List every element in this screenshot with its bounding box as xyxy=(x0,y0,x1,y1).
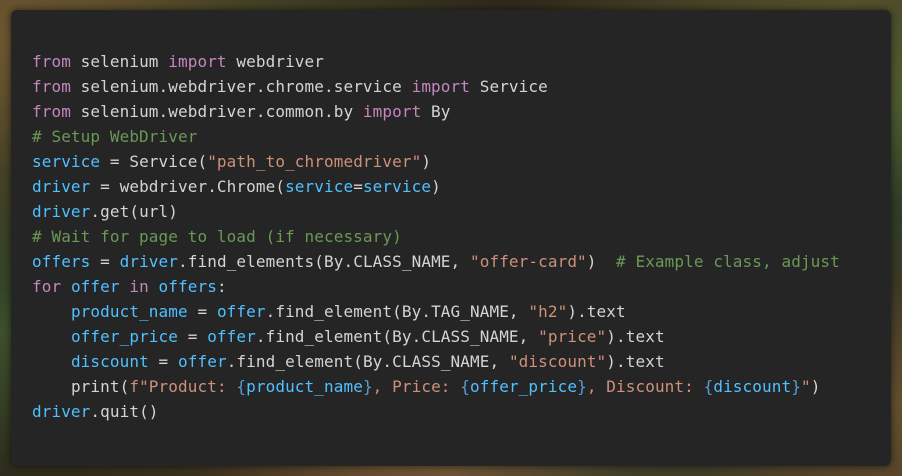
keyword-token: import xyxy=(168,52,227,71)
code-token: ) xyxy=(421,152,432,171)
variable-token: offer_price xyxy=(70,327,178,346)
variable-token: product_name xyxy=(246,377,363,396)
keyword-token: in xyxy=(129,277,149,296)
variable-token: service xyxy=(285,177,354,196)
variable-token: service xyxy=(362,177,432,196)
brace-token: } xyxy=(791,377,801,396)
string-token: , Price: xyxy=(372,377,461,396)
code-token: Service xyxy=(470,77,548,96)
code-token: = webdriver.Chrome( xyxy=(90,177,286,196)
comment-token: # Wait for page to load (if necessary) xyxy=(32,227,402,246)
code-token: selenium.webdriver.chrome.service xyxy=(70,77,412,96)
keyword-token: for xyxy=(32,277,62,296)
string-token: , Discount: xyxy=(586,377,704,396)
code-token: .get(url) xyxy=(90,202,179,221)
code-token: selenium xyxy=(70,52,169,71)
code-token: ).text xyxy=(606,327,665,346)
code-token: = xyxy=(90,252,120,271)
code-token: = xyxy=(353,177,363,196)
code-token: ( xyxy=(119,377,130,396)
variable-token: offer xyxy=(178,352,227,371)
string-token: "offer-card" xyxy=(470,252,587,271)
variable-token: driver xyxy=(32,202,91,221)
string-token: "h2" xyxy=(528,302,568,321)
code-line: offers = driver.find_elements(By.CLASS_N… xyxy=(32,249,891,274)
code-line: driver.get(url) xyxy=(32,199,891,224)
keyword-token: from xyxy=(32,52,71,71)
variable-token: driver xyxy=(32,402,91,421)
code-line: offer_price = offer.find_element(By.CLAS… xyxy=(32,324,891,349)
code-line: from selenium.webdriver.chrome.service i… xyxy=(32,74,891,99)
variable-token: driver xyxy=(119,252,179,271)
code-line: print(f"Product: {product_name}, Price: … xyxy=(32,374,891,399)
brace-token: { xyxy=(460,377,471,396)
code-line: for offer in offers: xyxy=(32,274,891,299)
string-token: f"Product: xyxy=(129,377,237,396)
variable-token: offer xyxy=(70,277,120,296)
string-token: " xyxy=(800,377,811,396)
code-line: service = Service("path_to_chromedriver"… xyxy=(32,149,891,174)
keyword-token: import xyxy=(411,77,470,96)
code-token: .find_elements(By.CLASS_NAME, xyxy=(178,252,470,271)
code-token: ) xyxy=(810,377,821,396)
code-token: .find_element(By.CLASS_NAME, xyxy=(226,352,509,371)
code-token: = xyxy=(148,352,179,371)
brace-token: } xyxy=(577,377,587,396)
code-token: selenium.webdriver.common.by xyxy=(70,102,363,121)
variable-token: offer xyxy=(216,302,266,321)
code-token: ) xyxy=(586,252,616,271)
code-token: ) xyxy=(431,177,441,196)
code-token: .quit() xyxy=(90,402,159,421)
variable-token: driver xyxy=(32,177,91,196)
string-token: "discount" xyxy=(508,352,607,371)
keyword-token: from xyxy=(32,102,71,121)
code-line: product_name = offer.find_element(By.TAG… xyxy=(32,299,891,324)
variable-token: service xyxy=(32,152,101,171)
comment-token: # Example class, adjust xyxy=(616,252,840,271)
builtin-token: print xyxy=(70,377,120,396)
brace-token: { xyxy=(703,377,714,396)
code-token: .find_element(By.CLASS_NAME, xyxy=(255,327,539,346)
code-token: ).text xyxy=(567,302,626,321)
code-block: from selenium import webdriver from selen… xyxy=(11,10,891,466)
variable-token: product_name xyxy=(70,302,188,321)
variable-token: offers xyxy=(158,277,217,296)
brace-token: { xyxy=(236,377,247,396)
code-line: discount = offer.find_element(By.CLASS_N… xyxy=(32,349,891,374)
code-token: ).text xyxy=(606,352,665,371)
code-line: from selenium import webdriver xyxy=(32,49,891,74)
brace-token: } xyxy=(362,377,373,396)
code-token: = xyxy=(187,302,217,321)
code-line: # Wait for page to load (if necessary) xyxy=(32,224,891,249)
variable-token: offer_price xyxy=(470,377,578,396)
string-token: "path_to_chromedriver" xyxy=(207,152,422,171)
code-line: driver.quit() xyxy=(32,399,891,424)
keyword-token: from xyxy=(32,77,71,96)
code-token: .find_element(By.TAG_NAME, xyxy=(265,302,529,321)
variable-token: offer xyxy=(207,327,256,346)
code-line: from selenium.webdriver.common.by import… xyxy=(32,99,891,124)
code-line: driver = webdriver.Chrome(service=servic… xyxy=(32,174,891,199)
variable-token: offers xyxy=(32,252,91,271)
code-token: webdriver xyxy=(226,52,324,71)
string-token: "price" xyxy=(538,327,607,346)
code-token: = Service( xyxy=(100,152,208,171)
code-token: : xyxy=(216,277,227,296)
keyword-token: import xyxy=(362,102,422,121)
comment-token: # Setup WebDriver xyxy=(32,127,198,146)
code-line: # Setup WebDriver xyxy=(32,124,891,149)
code-token: By xyxy=(421,102,451,121)
variable-token: discount xyxy=(70,352,149,371)
variable-token: discount xyxy=(713,377,792,396)
code-token: = xyxy=(178,327,208,346)
